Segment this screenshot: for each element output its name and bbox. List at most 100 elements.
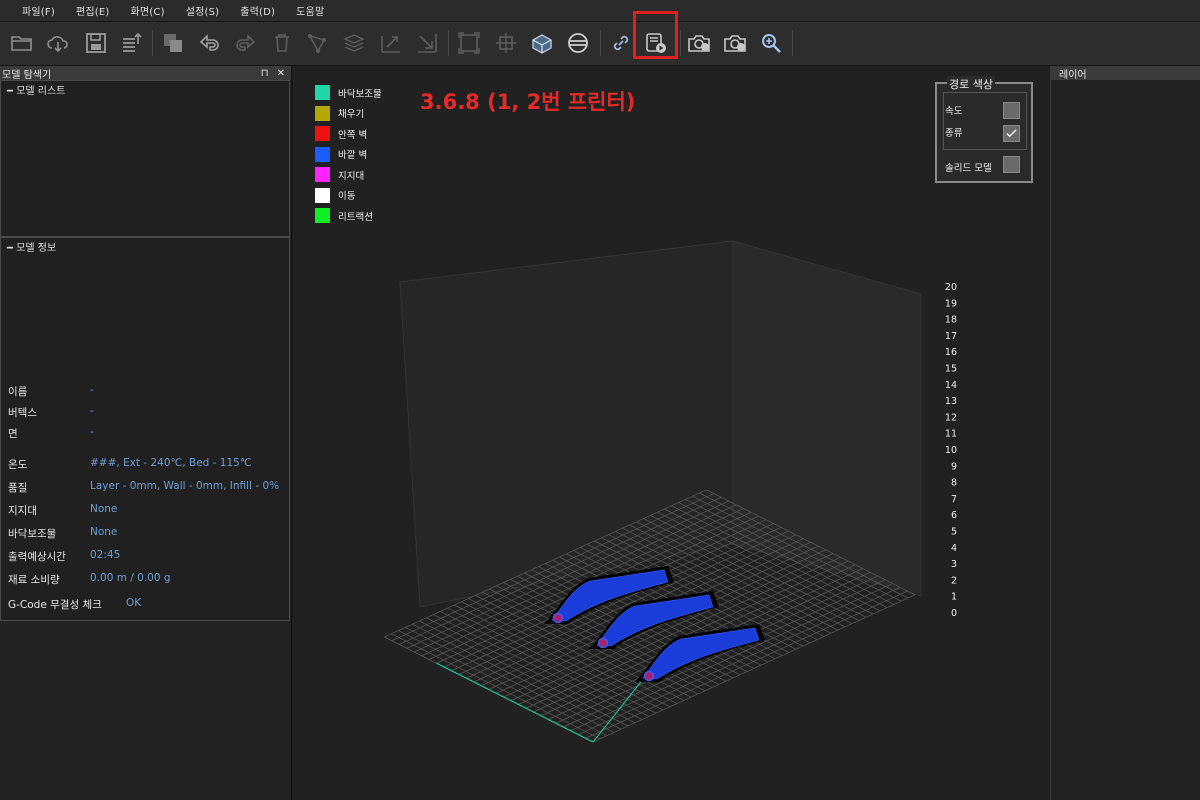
legend-item: 바닥보조물 <box>315 85 382 100</box>
model-info-row: 출력예상시간 02:45 <box>8 549 120 564</box>
legend-label: 리트랙션 <box>338 211 373 223</box>
camera-upload-button[interactable] <box>685 29 713 57</box>
layers-button[interactable] <box>340 29 368 57</box>
view-cube-button[interactable] <box>528 29 556 57</box>
place-on-bed-button[interactable] <box>413 29 441 57</box>
menu-item-3[interactable]: 설정(S) <box>186 3 220 18</box>
copy-button[interactable] <box>159 29 187 57</box>
delete-button[interactable] <box>268 29 296 57</box>
scale-button[interactable] <box>377 29 405 57</box>
grid-line <box>518 556 841 705</box>
camera-settings-button[interactable] <box>721 29 749 57</box>
z-tick-label: 12 <box>945 412 957 423</box>
type-option-label: 종류 <box>945 128 963 139</box>
toolbar-separator <box>792 30 793 56</box>
info-value: - <box>90 426 94 438</box>
model-info-header[interactable]: ━ 모델 정보 <box>1 238 289 254</box>
center-button[interactable] <box>492 29 520 57</box>
z-tick-label: 3 <box>951 559 957 570</box>
model-list-header[interactable]: ━ 모델 리스트 <box>1 81 289 97</box>
layer-panel-title-text: 레이어 <box>1059 69 1087 81</box>
model-info-row: 온도 ###, Ext - 240℃, Bed - 115℃ <box>8 457 252 472</box>
model-info-row: 버텍스 - <box>8 405 94 420</box>
speed-checkbox[interactable] <box>1003 102 1020 119</box>
legend-swatch <box>315 167 330 182</box>
legend-label: 바깥 벽 <box>338 150 368 161</box>
info-value: Layer - 0mm, Wall - 0mm, Infill - 0% <box>90 480 280 492</box>
legend-label: 이동 <box>338 191 356 202</box>
model-explorer-panel: 모델 탐색기 ⊓ ✕ ━ 모델 리스트 ━ 모델 정보 이름 - 버텍스 - 면 - 온도 #… <box>0 66 292 800</box>
legend-label: 지지대 <box>338 170 365 182</box>
info-value: 02:45 <box>90 549 121 561</box>
model-info-row: 면- <box>8 426 94 441</box>
link-button[interactable] <box>607 29 635 57</box>
save-button[interactable] <box>82 29 110 57</box>
z-tick-label: 18 <box>945 315 957 326</box>
undo-button[interactable] <box>195 29 223 57</box>
model-info-row: 지지대 None <box>8 503 117 518</box>
z-tick-label: 0 <box>951 608 957 619</box>
info-value: ###, Ext - 240℃, Bed - 115℃ <box>90 457 252 469</box>
redo-button[interactable] <box>232 29 260 57</box>
fit-view-button[interactable] <box>455 29 483 57</box>
legend-item: 지지대 <box>315 167 364 182</box>
pin-icon[interactable]: ⊓ <box>261 68 269 79</box>
solid-model-checkbox[interactable] <box>1003 156 1020 173</box>
z-tick-label: 16 <box>945 347 957 358</box>
link-icon <box>613 35 629 51</box>
menu-item-1[interactable]: 편집(E) <box>76 3 110 18</box>
model-info-row: 바닥보조물 None <box>8 526 117 541</box>
menu-item-5[interactable]: 도움말 <box>296 3 324 18</box>
section-view-button[interactable] <box>564 29 592 57</box>
scale-icon <box>381 36 400 53</box>
legend-swatch <box>315 146 330 162</box>
info-key: 바닥보조물 <box>8 528 57 540</box>
menu-item-2[interactable]: 화면(C) <box>131 3 165 18</box>
open-folder-button[interactable] <box>8 29 36 57</box>
model-list-section: ━ 모델 리스트 <box>0 80 290 237</box>
part-hole <box>643 670 655 682</box>
legend-item: 안쪽 벽 <box>315 126 367 141</box>
info-key: 출력예상시간 <box>8 551 66 563</box>
layers-icon <box>343 34 365 52</box>
move-button[interactable] <box>303 29 331 57</box>
type-checkbox[interactable] <box>1003 125 1020 142</box>
z-axis: 20191817161514131211109876543210 <box>945 282 957 619</box>
info-key: 면 <box>8 428 18 440</box>
zoom-button[interactable] <box>757 29 785 57</box>
close-icon[interactable]: ✕ <box>277 68 285 79</box>
info-value: None <box>90 526 118 538</box>
z-tick-label: 14 <box>945 380 957 391</box>
copy-icon <box>164 34 182 52</box>
legend-item: 리트랙션 <box>315 208 373 223</box>
gcode-preview-button[interactable] <box>642 29 670 57</box>
menu-bar: 파일(F) 편집(E) 화면(C) 설정(S) 출력(D) 도움말 <box>0 0 1200 22</box>
panel-title-bar: 모델 탐색기 ⊓ ✕ <box>0 66 291 81</box>
info-key: 품질 <box>8 482 28 494</box>
info-value: - <box>90 384 94 396</box>
checkmark-icon <box>1006 129 1017 138</box>
z-tick-label: 19 <box>945 298 957 309</box>
grid-line <box>563 579 886 728</box>
menu-item-4[interactable]: 출력(D) <box>240 3 275 18</box>
info-key: 버텍스 <box>8 407 37 419</box>
3d-viewport[interactable]: 20 19 18 17 16 15 14 13 12 11 10 9 8 7 6 5 4 3 2 1 0 바닥보조물 채우… <box>293 66 1050 800</box>
z-tick-label: 2 <box>951 575 957 586</box>
z-tick-label: 13 <box>945 396 957 407</box>
legend-item: 채우기 <box>315 105 365 121</box>
export-button[interactable] <box>117 29 145 57</box>
redo-icon <box>236 34 256 51</box>
z-tick-label: 10 <box>945 445 957 456</box>
menu-item-0[interactable]: 파일(F) <box>22 3 55 18</box>
place-down-icon <box>418 34 437 53</box>
path-color-panel: 경로 색상 속도 종류 솔리드 모델 <box>935 76 1033 183</box>
toolbar-separator <box>680 30 681 56</box>
layer-panel: 레이어 <box>1050 66 1200 800</box>
panel-title: 모델 탐색기 <box>2 69 52 81</box>
legend-item: 바깥 벽 <box>315 146 368 162</box>
cloud-download-button[interactable] <box>44 29 72 57</box>
z-tick-label: 20 <box>945 282 957 293</box>
legend-swatch <box>315 208 330 223</box>
legend-label: 채우기 <box>338 109 365 120</box>
back-wall-right <box>732 240 922 597</box>
